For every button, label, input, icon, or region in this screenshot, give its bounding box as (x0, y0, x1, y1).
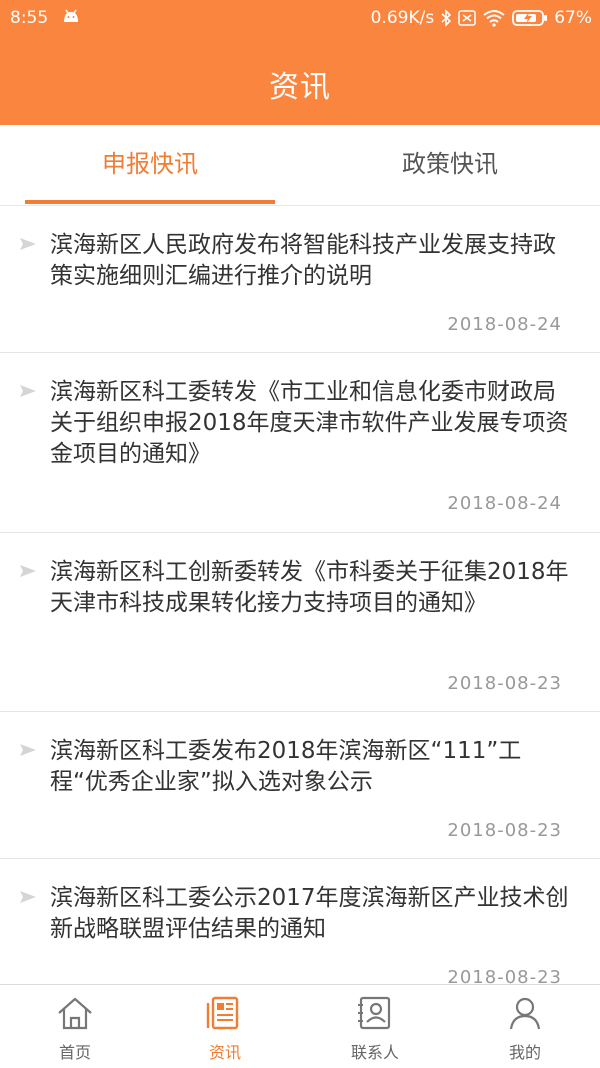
tab-application-news[interactable]: 申报快讯 (0, 125, 300, 205)
nav-news-label: 资讯 (208, 1043, 241, 1062)
list-item[interactable]: 滨海新区科工委发布2018年滨海新区“111”工程“优秀企业家”拟入选对象公示 … (0, 712, 600, 859)
page-title: 资讯 (269, 70, 331, 105)
tab-policy-news[interactable]: 政策快讯 (300, 125, 600, 205)
nav-profile-label: 我的 (508, 1043, 541, 1062)
news-date: 2018-08-23 (447, 967, 562, 984)
contacts-icon (358, 996, 391, 1030)
arrow-icon (20, 238, 36, 250)
news-title: 滨海新区科工委转发《市工业和信息化委市财政局关于组织申报2018年度天津市软件产… (50, 379, 569, 467)
battery-percent: 67% (554, 8, 592, 28)
status-time: 8:55 (10, 8, 49, 28)
bluetooth-icon (441, 9, 452, 27)
app-header: 8:55 0.69K/s 67% 资讯 (0, 0, 600, 125)
list-item[interactable]: 滨海新区科工委公示2017年度滨海新区产业技术创新战略联盟评估结果的通知 201… (0, 859, 600, 984)
nav-home-label: 首页 (58, 1043, 91, 1062)
status-bar: 8:55 0.69K/s 67% (0, 0, 600, 36)
arrow-icon (20, 385, 36, 397)
news-title: 滨海新区科工委发布2018年滨海新区“111”工程“优秀企业家”拟入选对象公示 (50, 738, 522, 795)
news-list: 滨海新区人民政府发布将智能科技产业发展支持政策实施细则汇编进行推介的说明 201… (0, 206, 600, 984)
nav-contacts-label: 联系人 (350, 1043, 399, 1062)
list-item[interactable]: 滨海新区人民政府发布将智能科技产业发展支持政策实施细则汇编进行推介的说明 201… (0, 206, 600, 353)
nav-profile[interactable]: 我的 (450, 985, 600, 1068)
nav-home[interactable]: 首页 (0, 985, 150, 1068)
news-date: 2018-08-24 (447, 314, 562, 335)
news-title: 滨海新区科工创新委转发《市科委关于征集2018年天津市科技成果转化接力支持项目的… (50, 559, 569, 616)
arrow-icon (20, 891, 36, 903)
list-item[interactable]: 滨海新区科工创新委转发《市科委关于征集2018年天津市科技成果转化接力支持项目的… (0, 533, 600, 712)
news-date: 2018-08-24 (447, 493, 562, 514)
tab-bar: 申报快讯 政策快讯 (0, 125, 600, 206)
news-date: 2018-08-23 (447, 673, 562, 694)
wifi-icon (483, 10, 505, 27)
battery-charging-icon (512, 10, 548, 26)
list-item[interactable]: 滨海新区科工委转发《市工业和信息化委市财政局关于组织申报2018年度天津市软件产… (0, 353, 600, 533)
news-title: 滨海新区科工委公示2017年度滨海新区产业技术创新战略联盟评估结果的通知 (50, 885, 569, 942)
nav-contacts[interactable]: 联系人 (300, 985, 450, 1068)
arrow-icon (20, 744, 36, 756)
network-speed: 0.69K/s (370, 8, 435, 28)
nav-news[interactable]: 资讯 (150, 985, 300, 1068)
active-tab-indicator (25, 200, 275, 204)
news-icon (206, 996, 239, 1030)
sim-icon (458, 10, 476, 26)
arrow-icon (20, 565, 36, 577)
profile-icon (509, 997, 541, 1030)
home-icon (58, 997, 92, 1030)
news-date: 2018-08-23 (447, 820, 562, 841)
news-title: 滨海新区人民政府发布将智能科技产业发展支持政策实施细则汇编进行推介的说明 (50, 232, 556, 289)
android-notification-icon (64, 9, 78, 22)
bottom-nav: 首页 资讯 联系人 我的 (0, 984, 600, 1068)
